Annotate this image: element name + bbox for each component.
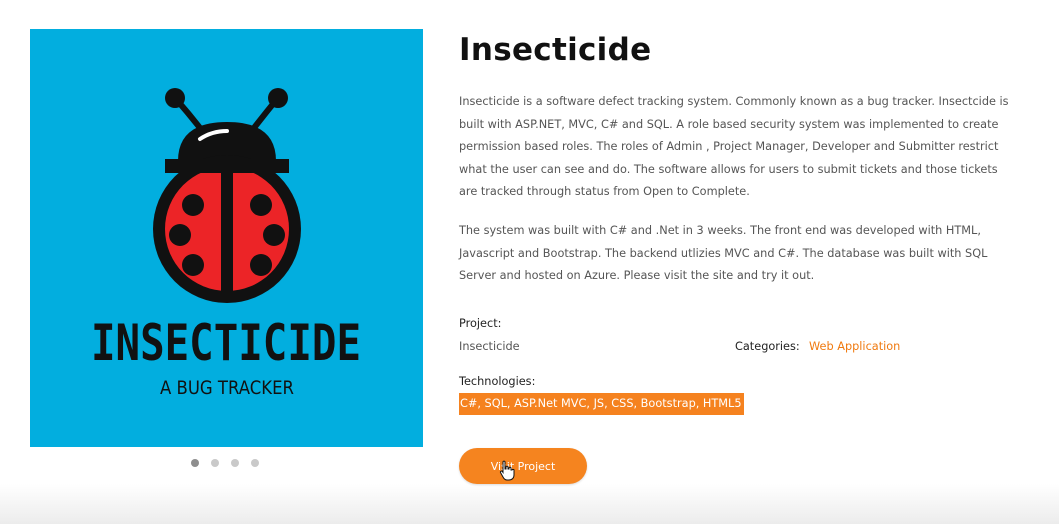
project-image: INSECTICIDE A BUG TRACKER: [30, 29, 423, 447]
technologies-label: Technologies:: [459, 375, 536, 388]
project-title: Insecticide: [459, 32, 652, 68]
visit-project-button[interactable]: Visit Project: [459, 448, 587, 484]
carousel-dot-1[interactable]: [191, 459, 199, 467]
ladybug-logo-icon: INSECTICIDE A BUG TRACKER: [30, 29, 423, 447]
category-link[interactable]: Web Application: [809, 340, 900, 353]
project-description-2: The system was built with C# and .Net in…: [459, 224, 988, 282]
project-label: Project:: [459, 317, 502, 330]
logo-subtitle: A BUG TRACKER: [160, 377, 294, 399]
carousel-dots: [191, 459, 259, 467]
project-details: Insecticide Insecticide is a software de…: [459, 30, 1019, 484]
carousel-dot-4[interactable]: [251, 459, 259, 467]
carousel-dot-3[interactable]: [231, 459, 239, 467]
carousel-dot-2[interactable]: [211, 459, 219, 467]
hand-cursor-icon: [499, 460, 515, 481]
project-value: Insecticide: [459, 340, 520, 353]
page-footer-shade: [0, 484, 1059, 524]
logo-title: INSECTICIDE: [91, 314, 361, 372]
technologies-value: C#, SQL, ASP.Net MVC, JS, CSS, Bootstrap…: [459, 393, 744, 415]
categories-label: Categories:: [735, 340, 800, 353]
project-description-1: Insecticide is a software defect trackin…: [459, 95, 1009, 198]
